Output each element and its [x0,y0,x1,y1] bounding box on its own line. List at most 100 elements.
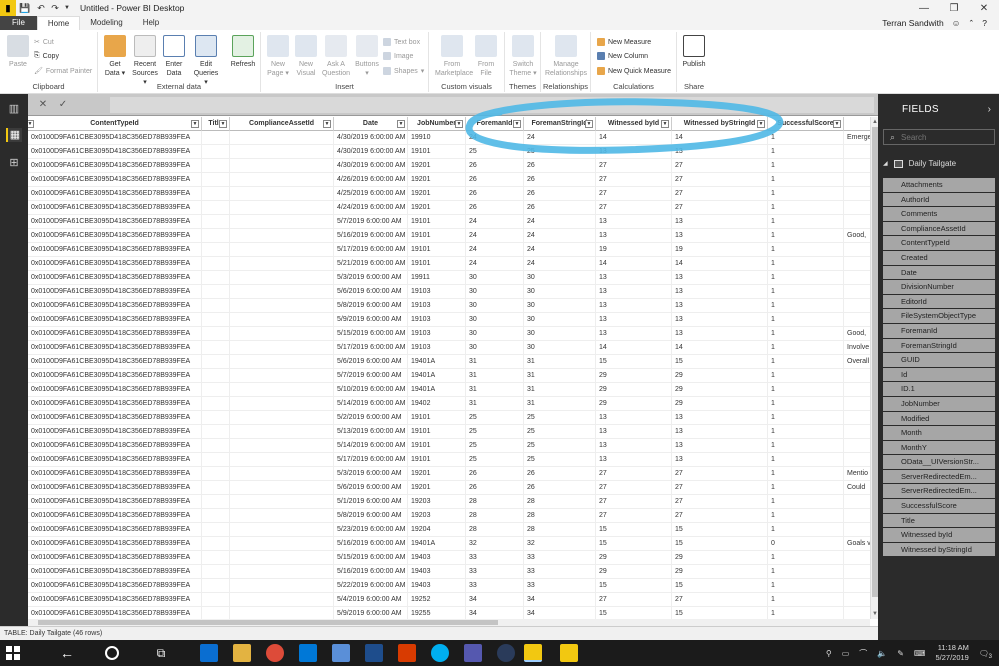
table-cell[interactable]: 5/14/2019 6:00:00 AM [334,439,408,453]
table-cell[interactable] [230,593,334,607]
table-cell[interactable] [202,313,230,327]
table-cell[interactable]: 29 [596,565,672,579]
table-cell[interactable]: Goals v [844,537,870,551]
table-cell[interactable] [230,201,334,215]
table-cell[interactable] [844,593,870,607]
table-cell[interactable] [202,453,230,467]
table-cell[interactable] [202,537,230,551]
field-item[interactable]: Comments [883,207,995,221]
table-cell[interactable]: 5/23/2019 6:00:00 AM [334,523,408,537]
table-cell[interactable]: 0x0100D9FA61CBE3095D418C356ED78B939FEA [28,201,202,215]
table-cell[interactable]: 1 [768,145,844,159]
table-cell[interactable]: 0x0100D9FA61CBE3095D418C356ED78B939FEA [28,187,202,201]
table-cell[interactable]: 27 [672,509,768,523]
table-row[interactable]: 0x0100D9FA61CBE3095D418C356ED78B939FEA 5/… [28,565,870,579]
table-cell[interactable]: 31 [466,383,524,397]
table-cell[interactable]: 19101 [408,257,466,271]
table-row[interactable]: 0x0100D9FA61CBE3095D418C356ED78B939FEA 5/… [28,607,870,619]
table-cell[interactable]: 1 [768,341,844,355]
table-cell[interactable]: 5/22/2019 6:00:00 AM [334,579,408,593]
table-cell[interactable]: 13 [596,145,672,159]
table-cell[interactable] [230,383,334,397]
help-icon[interactable]: ? [982,18,987,28]
field-item[interactable]: ForemanId [883,323,995,338]
table-cell[interactable]: 29 [672,565,768,579]
fields-search-box[interactable]: ⌕ [883,129,995,145]
table-cell[interactable]: 15 [596,537,672,551]
table-cell[interactable]: 1 [768,397,844,411]
table-cell[interactable]: 30 [524,299,596,313]
table-cell[interactable]: 15 [672,523,768,537]
table-cell[interactable]: 0 [768,537,844,551]
volume-icon[interactable]: 🔈 [877,649,887,658]
table-cell[interactable]: 33 [524,551,596,565]
column-filter-dropdown-icon[interactable]: ▼ [455,120,463,128]
table-cell[interactable]: 13 [672,425,768,439]
save-icon[interactable]: 💾 [16,0,34,16]
table-cell[interactable]: 19201 [408,173,466,187]
table-cell[interactable]: Mentio [844,467,870,481]
table-cell[interactable]: 34 [466,593,524,607]
table-cell[interactable] [844,565,870,579]
table-row[interactable]: 0x0100D9FA61CBE3095D418C356ED78B939FEA 4/… [28,145,870,159]
table-cell[interactable]: 13 [672,439,768,453]
field-item[interactable]: SuccessfulScore [883,499,995,513]
new-page-button[interactable]: New Page ▾ [265,35,291,78]
table-cell[interactable]: 0x0100D9FA61CBE3095D418C356ED78B939FEA [28,285,202,299]
table-cell[interactable]: 1 [768,411,844,425]
table-cell[interactable]: 5/9/2019 6:00:00 AM [334,607,408,619]
table-cell[interactable] [202,173,230,187]
table-cell[interactable]: 13 [672,453,768,467]
field-item[interactable]: OData__UIVersionStr... [883,455,995,469]
table-cell[interactable]: 30 [466,341,524,355]
ask-question-button[interactable]: Ask A Question [321,35,351,78]
table-cell[interactable]: 1 [768,481,844,495]
table-row[interactable]: 0x0100D9FA61CBE3095D418C356ED78B939FEA 5/… [28,579,870,593]
table-cell[interactable]: 5/15/2019 6:00:00 AM [334,327,408,341]
table-cell[interactable]: 1 [768,299,844,313]
table-cell[interactable] [202,495,230,509]
table-cell[interactable]: 24 [524,257,596,271]
table-cell[interactable]: 5/1/2019 6:00:00 AM [334,495,408,509]
table-cell[interactable]: 28 [466,523,524,537]
table-cell[interactable]: 24 [524,229,596,243]
table-row[interactable]: 0x0100D9FA61CBE3095D418C356ED78B939FEA 5/… [28,243,870,257]
table-cell[interactable]: 27 [672,481,768,495]
table-row[interactable]: 0x0100D9FA61CBE3095D418C356ED78B939FEA 5/… [28,593,870,607]
table-cell[interactable]: 33 [466,579,524,593]
table-cell[interactable]: 19101 [408,453,466,467]
column-filter-dropdown-icon[interactable]: ▼ [513,120,521,128]
table-cell[interactable]: 5/6/2019 6:00:00 AM [334,355,408,369]
table-cell[interactable]: 13 [672,285,768,299]
table-row[interactable]: 0x0100D9FA61CBE3095D418C356ED78B939FEA 4/… [28,187,870,201]
table-cell[interactable]: 0x0100D9FA61CBE3095D418C356ED78B939FEA [28,131,202,145]
collapse-triangle-icon[interactable]: ◢ [883,160,888,167]
table-cell[interactable] [844,411,870,425]
table-cell[interactable] [844,187,870,201]
table-cell[interactable]: 27 [596,201,672,215]
column-header[interactable]: ForemanStringId ▼ [524,117,596,131]
field-item[interactable]: AuthorId [883,192,995,207]
table-cell[interactable]: 13 [672,299,768,313]
table-cell[interactable] [230,313,334,327]
column-filter-dropdown-icon[interactable]: ▼ [661,120,669,128]
table-cell[interactable]: 31 [524,369,596,383]
table-cell[interactable]: 13 [596,411,672,425]
new-column-button[interactable]: New Column [597,52,648,60]
from-file-button[interactable]: From File [473,35,499,78]
table-cell[interactable]: 26 [466,201,524,215]
horizontal-scrollbar[interactable] [28,619,870,626]
table-row[interactable]: 0x0100D9FA61CBE3095D418C356ED78B939FEA 5/… [28,299,870,313]
table-row[interactable]: 0x0100D9FA61CBE3095D418C356ED78B939FEA 4/… [28,173,870,187]
table-cell[interactable]: 0x0100D9FA61CBE3095D418C356ED78B939FEA [28,495,202,509]
network-icon[interactable]: ⌒ [859,648,867,659]
table-cell[interactable] [230,397,334,411]
table-cell[interactable]: 13 [672,327,768,341]
table-cell[interactable]: 0x0100D9FA61CBE3095D418C356ED78B939FEA [28,551,202,565]
table-cell[interactable]: 29 [672,369,768,383]
table-cell[interactable]: 0x0100D9FA61CBE3095D418C356ED78B939FEA [28,579,202,593]
tab-home[interactable]: Home [36,16,81,30]
table-cell[interactable] [844,397,870,411]
table-cell[interactable]: 27 [596,159,672,173]
table-row[interactable]: 0x0100D9FA61CBE3095D418C356ED78B939FEA 5/… [28,229,870,243]
